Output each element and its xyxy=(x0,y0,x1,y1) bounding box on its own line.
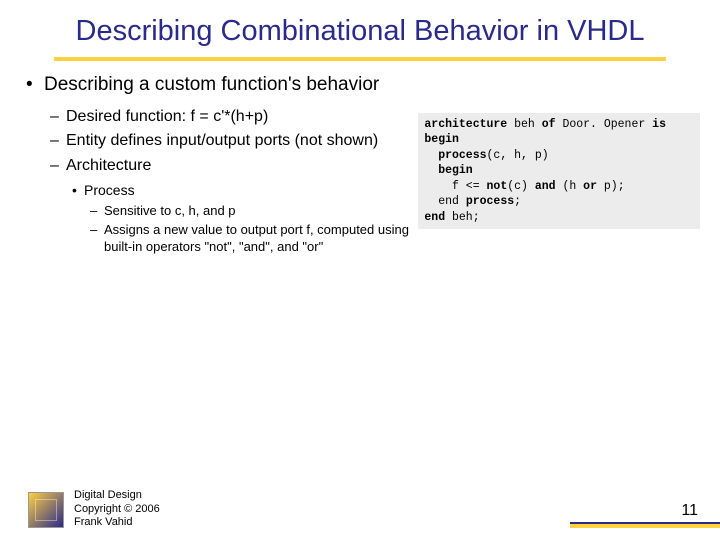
kw-begin: begin xyxy=(424,133,459,146)
bullet-sensitive: Sensitive to c, h, and p xyxy=(26,203,414,220)
bullet-desired-function: Desired function: f = c'*(h+p) xyxy=(26,107,414,128)
footer-line3: Frank Vahid xyxy=(74,516,160,530)
footer-credits: Digital Design Copyright © 2006 Frank Va… xyxy=(74,489,160,530)
kw-architecture: architecture xyxy=(424,118,507,131)
bullet-architecture: Architecture xyxy=(26,156,414,177)
code-text: ; xyxy=(514,195,521,208)
code-text: f <= xyxy=(424,180,486,193)
kw-and: and xyxy=(535,180,556,193)
kw-process: process xyxy=(424,149,486,162)
footer: Digital Design Copyright © 2006 Frank Va… xyxy=(0,478,720,532)
left-column: Describing a custom function's behavior … xyxy=(20,73,414,258)
kw-process-end: process xyxy=(466,195,514,208)
content-area: Describing a custom function's behavior … xyxy=(0,61,720,258)
footer-line1: Digital Design xyxy=(74,489,160,503)
bullet-process: Process xyxy=(26,181,414,199)
code-text: end xyxy=(424,195,465,208)
logo-icon xyxy=(28,492,64,528)
code-text: (c) xyxy=(507,180,535,193)
right-column: architecture beh of Door. Opener is begi… xyxy=(414,73,700,258)
bullet-assigns: Assigns a new value to output port f, co… xyxy=(26,222,414,256)
vhdl-code-block: architecture beh of Door. Opener is begi… xyxy=(418,113,700,230)
kw-of: of xyxy=(542,118,556,131)
bullet-level1: Describing a custom function's behavior xyxy=(26,73,414,97)
code-text: (h xyxy=(556,180,584,193)
footer-accent-bar xyxy=(570,522,720,528)
page-number: 11 xyxy=(681,502,698,520)
code-text: beh xyxy=(507,118,542,131)
kw-end: end xyxy=(424,211,452,224)
footer-line2: Copyright © 2006 xyxy=(74,503,160,517)
kw-begin-inner: begin xyxy=(424,164,472,177)
code-text: Door. Opener xyxy=(556,118,653,131)
bullet-entity: Entity defines input/output ports (not s… xyxy=(26,131,414,152)
kw-is: is xyxy=(652,118,666,131)
code-text: (c, h, p) xyxy=(487,149,549,162)
kw-not: not xyxy=(487,180,508,193)
page-title: Describing Combinational Behavior in VHD… xyxy=(0,0,720,53)
kw-or: or xyxy=(583,180,597,193)
code-text: p); xyxy=(597,180,625,193)
code-text: beh; xyxy=(452,211,480,224)
